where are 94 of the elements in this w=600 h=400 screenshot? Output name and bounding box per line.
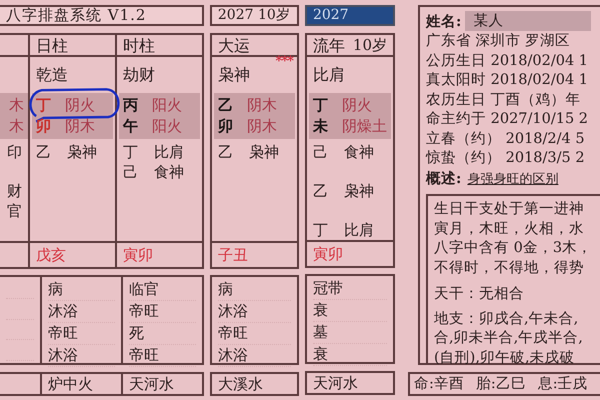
heavenly-stem: 丁: [36, 95, 51, 116]
ten-god-label: 比肩: [154, 143, 184, 162]
year-input[interactable]: 2027: [304, 5, 396, 26]
analysis-line: 生日干支处于第一进神: [434, 200, 586, 219]
info-line: 立春（约） 2018/2/4 5: [426, 130, 586, 148]
info-line: 广东省 深圳市 罗湖区: [426, 32, 572, 51]
ten-god-label: 劫财: [122, 65, 155, 84]
hidden-stem: 己: [312, 142, 328, 162]
void-branches: 戊亥: [36, 246, 66, 264]
void-branches: 寅卯: [312, 245, 343, 263]
pillar-header: 流年: [312, 34, 345, 54]
element-label: 阳火: [152, 116, 182, 137]
age-label: 10岁: [352, 34, 388, 54]
element-label: 阳火: [152, 95, 182, 116]
pillar-header: 日柱: [36, 35, 68, 55]
info-line: 命主约于 2027/10/15 2: [426, 110, 590, 129]
ten-god-label: 枭神: [67, 143, 97, 162]
element-label: 阴火: [65, 95, 95, 116]
pillar-header: 时柱: [122, 35, 155, 55]
growth-stage: 衰: [312, 301, 328, 319]
growth-stage: 帝旺: [128, 346, 159, 364]
ten-god-label: 印: [7, 143, 22, 162]
growth-stage: 病: [218, 280, 233, 298]
palace-label: 息:壬戌: [538, 375, 588, 394]
earthly-branch: 午: [122, 116, 138, 137]
ten-god-label: 枭神: [248, 143, 279, 162]
element-label: 阴木: [65, 116, 95, 137]
ten-god-label: 比肩: [312, 64, 345, 84]
ten-god-label: 枭神: [218, 65, 250, 84]
name-field: 某人: [465, 11, 592, 31]
growth-stage: 帝旺: [218, 324, 248, 342]
hidden-stem: 丁: [122, 143, 138, 162]
info-line: 公历生日 2018/02/04 1: [426, 52, 590, 70]
growth-stage: 帝旺: [128, 302, 159, 320]
info-line: 真太阳时 2018/02/04 1: [426, 71, 590, 90]
element-label: 阴燥土: [342, 116, 387, 136]
relation-line: 天干：无相合: [434, 285, 526, 304]
heavenly-stem: 丁: [312, 94, 328, 116]
heavenly-stem: 乙: [218, 95, 233, 116]
growth-stage: 沐浴: [218, 302, 248, 320]
info-line: 农历生日 丁酉（鸡）年: [426, 90, 582, 110]
hidden-stem: 丁: [312, 220, 328, 240]
palace-label: 命:辛酉: [414, 374, 464, 394]
growth-stage: 沐浴: [48, 346, 78, 364]
info-line: 惊蛰（约） 2018/3/5 2: [426, 149, 586, 168]
ten-god-label: 枭神: [344, 182, 374, 201]
summary-label: 概述:: [426, 170, 462, 186]
nayin-label: 天河水: [128, 374, 175, 394]
growth-stage: 临官: [128, 280, 159, 298]
ten-god-label: 乾造: [36, 65, 68, 84]
relation-line: (自刑),卯午破,未戌破: [434, 348, 576, 368]
relation-line: 合,卯未半合,午戌半合,: [434, 329, 584, 348]
element-label: 阴木: [246, 116, 277, 137]
hidden-stem: 乙: [218, 143, 233, 162]
pillar-header: 大运: [218, 35, 250, 55]
hidden-stem: 乙: [36, 143, 51, 162]
earthly-branch: 卯: [36, 116, 51, 137]
ten-god-label: 比肩: [344, 220, 374, 240]
hidden-stem: 己: [122, 162, 138, 182]
star-marker: ***: [276, 54, 293, 69]
palace-label: 胎:乙巳: [476, 375, 526, 394]
earthly-branch: 未: [312, 116, 328, 136]
app-title: 八字排盘系统 V1.2: [0, 5, 204, 26]
growth-stage: 冠带: [312, 279, 343, 297]
analysis-line: 八字中含有 0金，3木，: [434, 239, 594, 258]
nayin-label: 天河水: [312, 373, 359, 393]
void-branches: 子丑: [218, 246, 248, 264]
analysis-line: 寅月，木旺，火相，水: [434, 220, 586, 238]
ten-god-label: 食神: [154, 162, 184, 182]
relation-line: 地支：卯戌合,午未合,: [434, 310, 580, 328]
name-label: 姓名:: [426, 12, 462, 30]
ten-god-label: 财: [7, 182, 22, 202]
nayin-label: 大溪水: [218, 374, 264, 394]
growth-stage: 死: [128, 324, 144, 342]
growth-stage: 衰: [312, 345, 328, 363]
earthly-branch: 卯: [218, 116, 233, 137]
luck-age-label: 2027 10岁: [210, 5, 299, 26]
growth-stage: 病: [48, 280, 63, 298]
growth-stage: 墓: [312, 323, 328, 341]
analysis-line: 不得时，不得地，得势: [434, 258, 586, 278]
void-branches: 寅卯: [122, 246, 153, 264]
growth-stage: 沐浴: [48, 302, 78, 320]
summary-link[interactable]: 身强身旺的区别: [467, 172, 558, 186]
nayin-label: 炉中火: [48, 374, 94, 394]
growth-stage: 沐浴: [218, 346, 248, 364]
element-label: 木: [9, 116, 24, 137]
element-label: 阴木: [246, 95, 277, 116]
growth-stage: 帝旺: [48, 324, 78, 342]
element-label: 木: [9, 95, 24, 116]
hidden-stem: 乙: [312, 182, 328, 201]
ten-god-label: 官: [7, 202, 22, 221]
heavenly-stem: 丙: [122, 95, 138, 116]
element-label: 阴火: [342, 94, 372, 116]
ten-god-label: 食神: [344, 142, 374, 162]
